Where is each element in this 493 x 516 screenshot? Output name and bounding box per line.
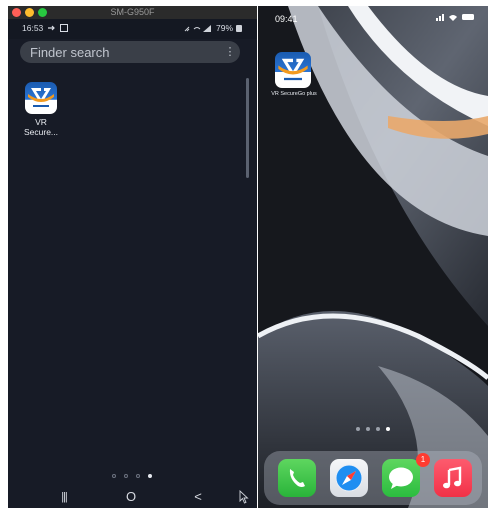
page-dot-active bbox=[148, 474, 152, 478]
recents-button[interactable]: ||| bbox=[44, 486, 84, 508]
messages-bubble-icon bbox=[389, 467, 413, 489]
signal-wifi-battery-icon bbox=[436, 14, 474, 21]
finder-search-bar[interactable]: ⋮ bbox=[20, 41, 240, 63]
more-vert-icon[interactable]: ⋮ bbox=[224, 44, 236, 60]
window-title: SM-G950F bbox=[110, 7, 155, 17]
dock: 1 bbox=[264, 451, 482, 505]
page-indicator bbox=[354, 426, 394, 432]
page-dot-active bbox=[386, 427, 390, 431]
page-dot bbox=[124, 474, 128, 478]
vr-securego-icon bbox=[25, 82, 57, 114]
status-time: 16:53 bbox=[22, 23, 44, 33]
page-indicator bbox=[108, 472, 158, 480]
notification-icon bbox=[48, 25, 55, 31]
android-nav-bar: ||| O < bbox=[8, 486, 257, 508]
battery-level: 79% bbox=[216, 23, 234, 33]
iphone-mirror-window: 09:41 VR SecureGo plus 1 bbox=[258, 6, 488, 508]
window-titlebar: SM-G950F bbox=[8, 6, 257, 19]
android-status-bar: 16:53 79% bbox=[8, 19, 257, 39]
phone-icon bbox=[289, 469, 305, 487]
page-dot bbox=[112, 474, 116, 478]
home-button[interactable]: O bbox=[111, 486, 151, 508]
messages-badge: 1 bbox=[416, 453, 430, 467]
safari-compass-icon bbox=[335, 464, 363, 492]
music-note-icon bbox=[443, 466, 462, 489]
finder-search-input[interactable] bbox=[30, 44, 210, 60]
mouse-pointer-icon bbox=[239, 490, 249, 504]
battery-icon bbox=[236, 25, 242, 32]
music-app[interactable] bbox=[434, 459, 472, 497]
app-vr-securego-plus[interactable]: VR SecureGo plus bbox=[270, 52, 317, 112]
status-time: 09:41 bbox=[275, 14, 298, 24]
ios-status-bar: 09:41 bbox=[258, 6, 488, 28]
gallery-icon bbox=[60, 24, 68, 32]
vr-securego-icon bbox=[275, 52, 311, 88]
app-vr-securego[interactable]: VR Secure... bbox=[22, 82, 60, 150]
app-label: VR SecureGo plus bbox=[271, 91, 317, 97]
page-dot bbox=[136, 474, 140, 478]
page-dot bbox=[376, 427, 380, 431]
phone-app[interactable] bbox=[278, 459, 316, 497]
page-dot bbox=[356, 427, 360, 431]
safari-app[interactable] bbox=[330, 459, 368, 497]
back-button[interactable]: < bbox=[178, 486, 218, 508]
scrollbar-thumb[interactable] bbox=[246, 78, 249, 178]
signal-icon bbox=[184, 25, 211, 32]
page-dot bbox=[366, 427, 370, 431]
app-label: VR Secure... bbox=[23, 117, 59, 137]
android-mirror-window: SM-G950F 16:53 79% ⋮ bbox=[8, 6, 257, 508]
messages-app[interactable] bbox=[382, 459, 420, 497]
